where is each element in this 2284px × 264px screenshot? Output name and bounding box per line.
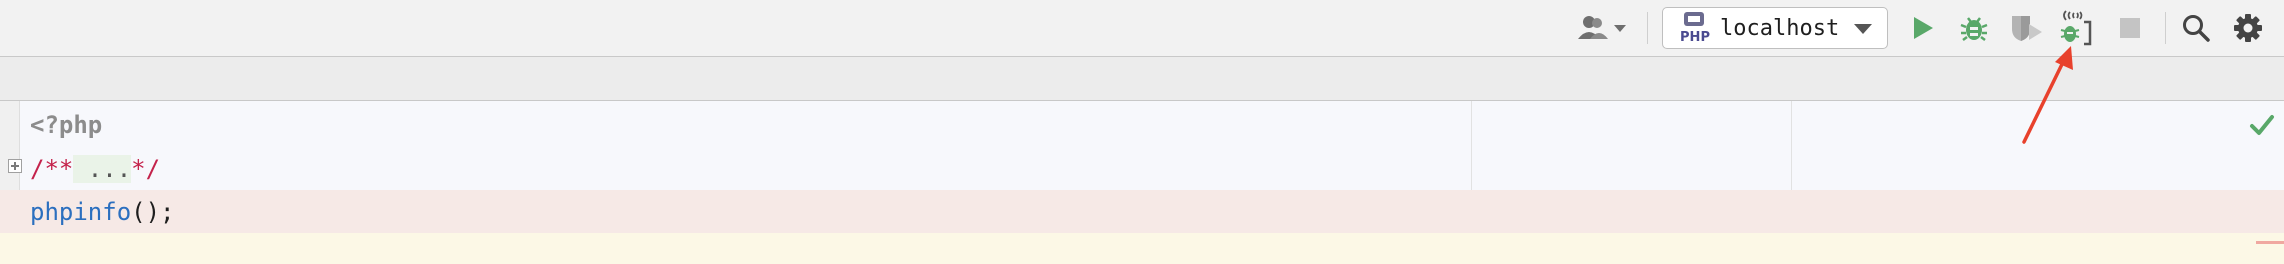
code-line[interactable]: phpinfo(); bbox=[0, 190, 2284, 234]
fold-expand-icon[interactable] bbox=[8, 159, 22, 173]
gear-icon bbox=[2234, 14, 2262, 42]
doc-comment-end: */ bbox=[131, 155, 161, 183]
search-everywhere-button[interactable] bbox=[2180, 12, 2212, 44]
annotation-arrow bbox=[2022, 46, 2073, 144]
debug-button[interactable] bbox=[1958, 13, 1990, 43]
play-icon bbox=[1914, 17, 1933, 39]
user-icon bbox=[1578, 16, 1626, 39]
search-icon bbox=[2183, 15, 2210, 42]
php-open-tag: <?php bbox=[30, 111, 103, 139]
doc-comment-start: /** bbox=[30, 155, 74, 183]
folded-region[interactable]: ... bbox=[73, 155, 132, 183]
run-configuration-select[interactable]: PHP localhost bbox=[1662, 7, 1888, 49]
toolbar-separator bbox=[2165, 12, 2166, 44]
code-line[interactable]: /** ...*/ bbox=[0, 147, 2284, 191]
checkmark-icon[interactable] bbox=[2248, 111, 2276, 139]
settings-button[interactable] bbox=[2232, 12, 2264, 44]
function-name: phpinfo bbox=[30, 198, 132, 226]
chevron-down-icon bbox=[1854, 24, 1872, 34]
stop-button[interactable] bbox=[2117, 15, 2143, 41]
code-line[interactable]: <?php bbox=[0, 103, 2284, 147]
punctuation: (); bbox=[131, 198, 175, 226]
stop-icon bbox=[2120, 18, 2140, 38]
run-button[interactable] bbox=[1909, 13, 1937, 43]
bug-icon bbox=[1960, 17, 1988, 41]
user-accounts-button[interactable] bbox=[1578, 14, 1632, 42]
run-configuration-label: localhost bbox=[1720, 16, 1840, 41]
php-icon-label: PHP bbox=[1680, 30, 1710, 45]
php-icon: PHP bbox=[1680, 12, 1710, 45]
error-stripe-mark[interactable] bbox=[2256, 241, 2284, 244]
coverage-icon bbox=[2012, 16, 2042, 41]
code-editor[interactable]: <?php /** ...*/ phpinfo(); bbox=[0, 101, 2284, 264]
toolbar-separator bbox=[1647, 12, 1648, 44]
main-toolbar: PHP localhost bbox=[0, 0, 2284, 57]
code-line[interactable] bbox=[0, 233, 2284, 264]
run-with-coverage-button[interactable] bbox=[2009, 13, 2045, 43]
editor-tab-strip bbox=[0, 57, 2284, 101]
